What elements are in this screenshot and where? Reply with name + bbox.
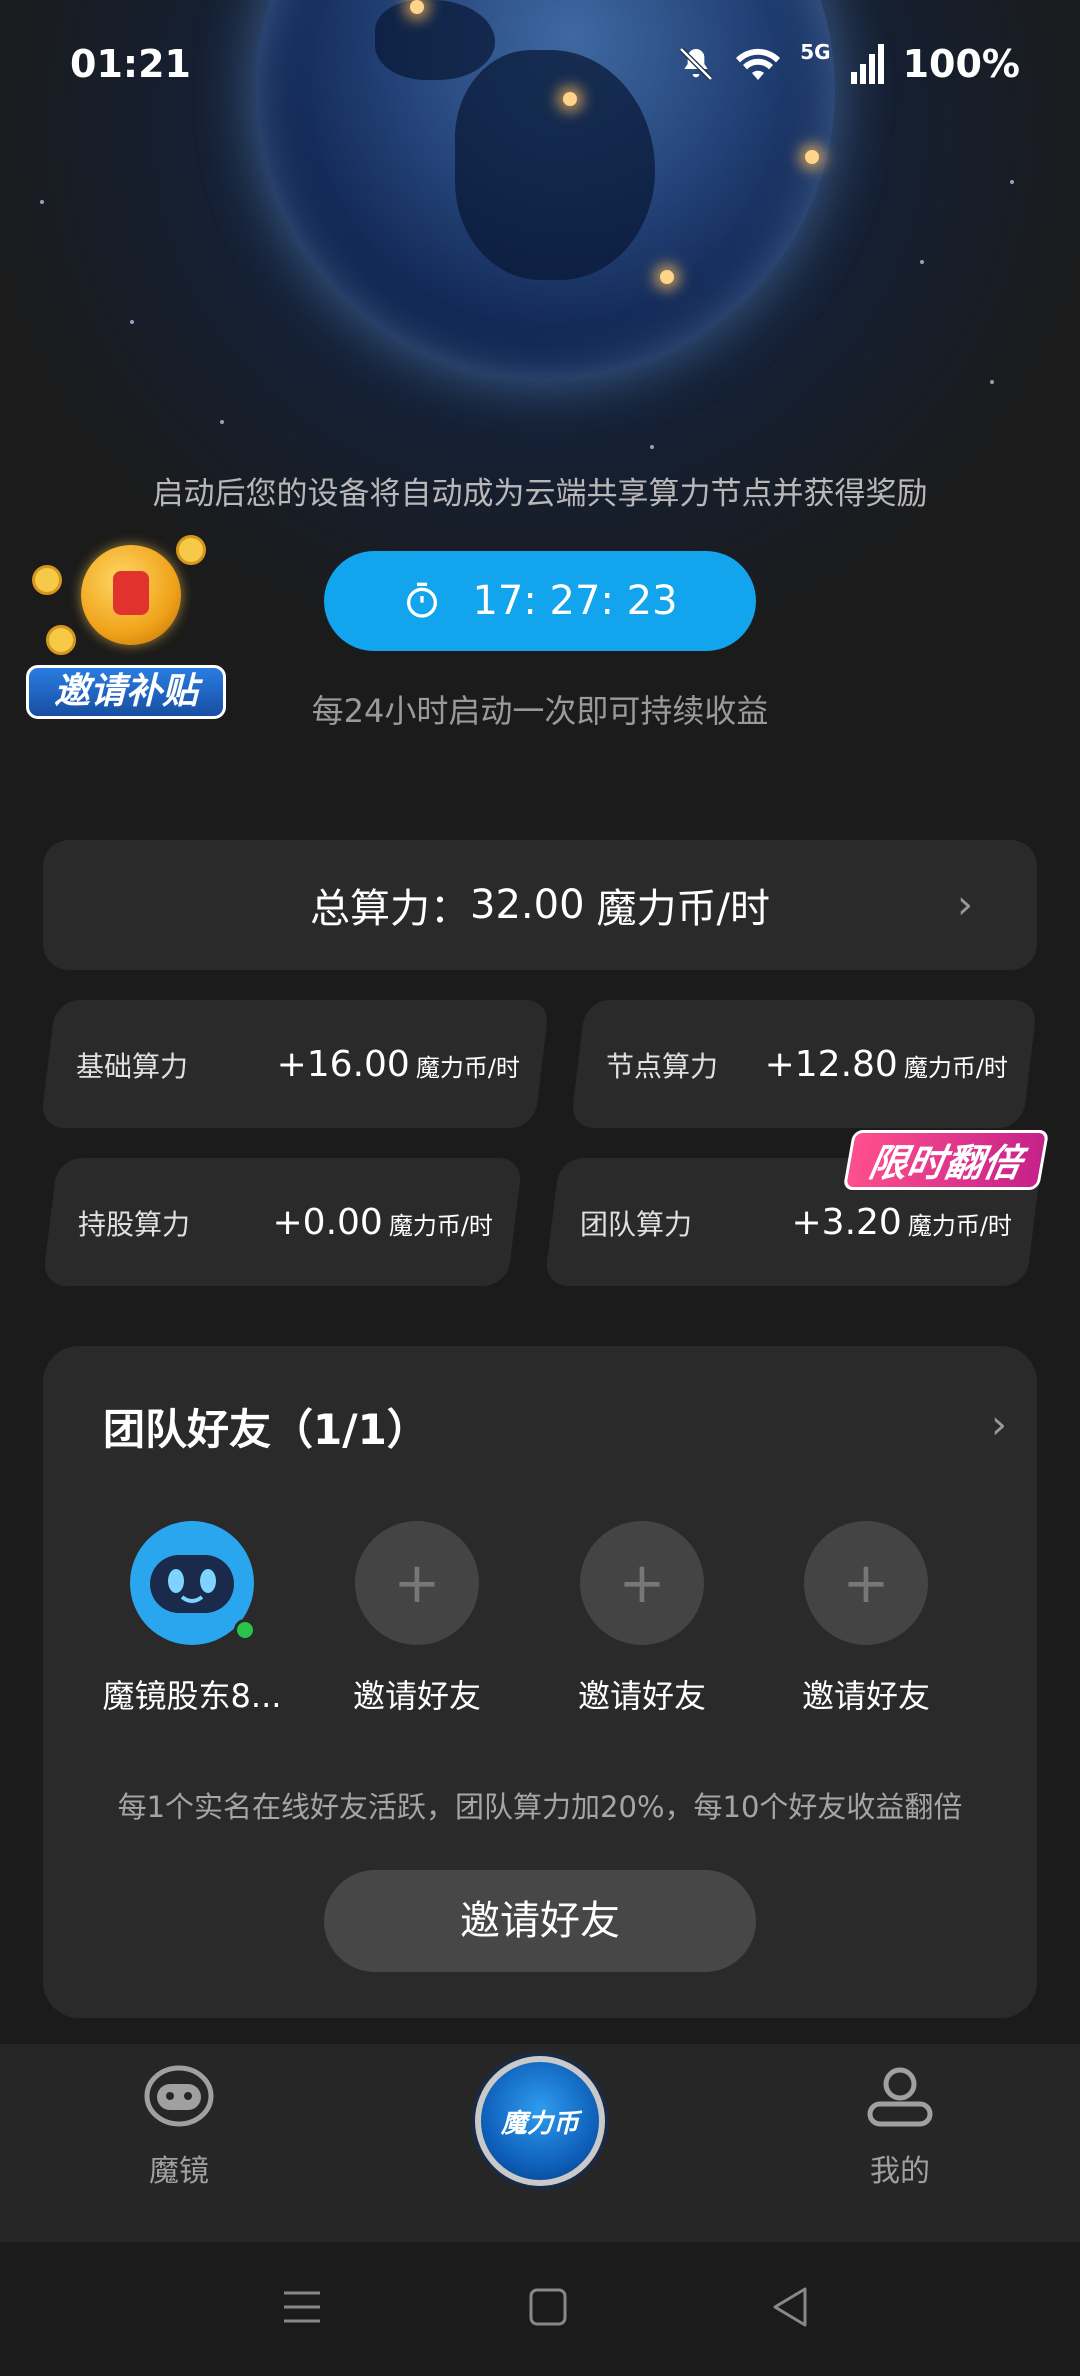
stat-unit: 魔力币/时 (415, 1053, 520, 1082)
mute-icon (679, 47, 714, 81)
stat-value: +3.20 (791, 1201, 902, 1243)
wifi-icon (736, 48, 781, 80)
team-member[interactable]: 魔镜股东8... (102, 1521, 282, 1717)
network-type: 5G (800, 40, 831, 64)
total-power-value: 32.00 (470, 882, 585, 928)
nav-label: 魔镜 (149, 2154, 209, 2189)
plus-icon: + (355, 1521, 479, 1645)
stat-name: 团队算力 (580, 1207, 693, 1240)
stat-card-node: 节点算力 +12.80 魔力币/时 (570, 1000, 1038, 1128)
status-time: 01:21 (70, 42, 191, 86)
invite-friend-slot[interactable]: + 邀请好友 (552, 1521, 732, 1717)
invite-friend-slot[interactable]: + 邀请好友 (776, 1521, 956, 1717)
invite-slot-label: 邀请好友 (577, 1677, 706, 1715)
nav-item-mojing[interactable]: 魔镜 (99, 2064, 259, 2190)
team-bonus-note: 每1个实名在线好友活跃，团队算力加20%，每10个好友收益翻倍 (117, 1790, 963, 1824)
nav-item-magic-coin[interactable]: 魔力币 (475, 2056, 605, 2186)
total-power-unit: 魔力币/时 (596, 886, 770, 932)
signal-icon (850, 44, 884, 84)
plus-icon: + (580, 1521, 704, 1645)
total-power-card[interactable]: 总算力： 32.00 魔力币/时 › (43, 840, 1037, 970)
stat-card-base: 基础算力 +16.00 魔力币/时 (40, 1000, 550, 1128)
stat-name: 基础算力 (76, 1049, 189, 1082)
countdown-value: 17: 27: 23 (472, 578, 678, 624)
plus-icon: + (804, 1521, 928, 1645)
limited-double-badge: 限时翻倍 (842, 1130, 1050, 1190)
stat-unit: 魔力币/时 (907, 1211, 1012, 1240)
status-bar: 01:21 5G 100% (70, 36, 1020, 92)
magic-coin-label: 魔力币 (500, 2108, 579, 2139)
back-icon[interactable] (770, 2285, 810, 2329)
stat-value: +0.00 (272, 1201, 383, 1243)
menu-icon[interactable] (282, 2287, 322, 2327)
countdown-timer-button[interactable]: 17: 27: 23 (324, 551, 756, 651)
invite-slot-label: 邀请好友 (352, 1677, 481, 1715)
team-title[interactable]: 团队好友（1/1） (103, 1396, 429, 1457)
stat-value: +12.80 (764, 1043, 898, 1085)
invite-friend-button[interactable]: 邀请好友 (324, 1870, 756, 1972)
nav-item-mine[interactable]: 我的 (820, 2064, 980, 2190)
mojing-face-icon (144, 2065, 214, 2127)
stat-value: +16.00 (276, 1043, 410, 1085)
red-envelope-icon (81, 545, 181, 645)
user-profile-icon (867, 2067, 933, 2127)
stat-card-holding: 持股算力 +0.00 魔力币/时 (42, 1158, 523, 1286)
invite-slot-label: 邀请好友 (801, 1677, 930, 1715)
battery-level: 100% (902, 42, 1020, 86)
avatar (130, 1521, 256, 1645)
stat-unit: 魔力币/时 (903, 1053, 1008, 1082)
chevron-right-icon: › (957, 882, 973, 928)
daily-start-hint: 每24小时启动一次即可持续收益 (311, 692, 769, 730)
home-icon[interactable] (528, 2287, 568, 2327)
robot-face-icon (150, 1555, 234, 1613)
hero-description: 启动后您的设备将自动成为云端共享算力节点并获得奖励 (152, 476, 928, 512)
stat-name: 节点算力 (606, 1049, 719, 1082)
chevron-right-icon[interactable]: › (991, 1402, 1007, 1448)
total-power-label: 总算力： (310, 886, 470, 932)
team-friends-card: 团队好友（1/1） › 魔镜股东8... + 邀请好友 + 邀请好友 + 邀请好… (43, 1346, 1037, 2018)
invite-friend-slot[interactable]: + 邀请好友 (327, 1521, 507, 1717)
system-nav-bar (0, 2242, 1080, 2376)
bottom-nav: 魔镜 魔力币 我的 (0, 2044, 1080, 2242)
stopwatch-icon (407, 582, 438, 618)
stat-unit: 魔力币/时 (388, 1211, 493, 1240)
online-status-dot (234, 1619, 256, 1641)
member-name: 魔镜股东8... (102, 1677, 282, 1715)
stat-name: 持股算力 (78, 1207, 191, 1240)
nav-label: 我的 (870, 2154, 930, 2189)
